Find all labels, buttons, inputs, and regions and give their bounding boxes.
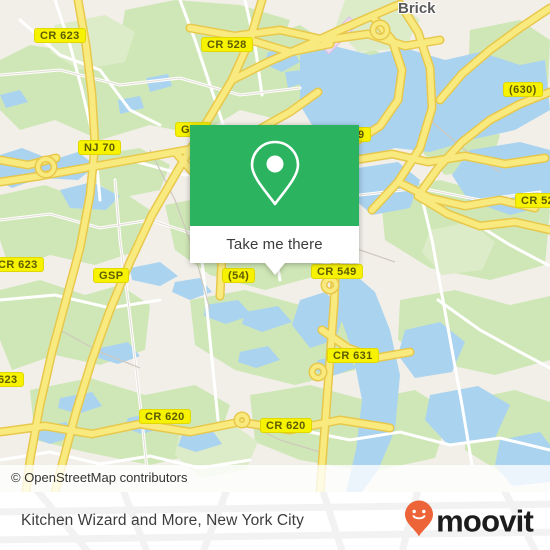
road-shield-gsp-mid: GSP: [93, 268, 130, 283]
popup-header: [190, 125, 359, 226]
moovit-wordmark: moovit: [436, 503, 534, 539]
road-shield-cr-623-north: CR 623: [34, 28, 86, 43]
openstreetmap-attribution[interactable]: © OpenStreetMap contributors: [11, 470, 188, 485]
road-shield-cr-52x: CR 52: [515, 193, 550, 208]
popup-action-bar[interactable]: Take me there: [190, 226, 359, 275]
road-shield-cr-549: CR 549: [311, 264, 363, 279]
road-shield-nj-70: NJ 70: [78, 140, 122, 155]
place-title: Kitchen Wizard and More, New York City: [21, 512, 304, 529]
moovit-brand[interactable]: moovit: [404, 500, 534, 543]
popup-pointer: [264, 263, 285, 275]
moovit-place-map-card: Brick CR 623 CR 528 NJ 70 GSP (630) CR 5…: [0, 0, 550, 550]
road-shield-cr-623-south: 623: [0, 372, 24, 387]
road-shield-cr-623-mid: CR 623: [0, 257, 44, 272]
road-shield-cr-620-east: CR 620: [260, 418, 312, 433]
map-attribution-bar: © OpenStreetMap contributors: [0, 465, 550, 492]
map-city-label-brick: Brick: [398, 0, 436, 17]
road-shield-cr-620-west: CR 620: [139, 409, 191, 424]
moovit-pin-smiley-icon: [404, 500, 434, 543]
map-pin-icon: [246, 138, 304, 213]
take-me-there-label: Take me there: [226, 236, 323, 253]
footer-bar: Kitchen Wizard and More, New York City m…: [0, 492, 550, 550]
road-shield-cr-631: CR 631: [327, 348, 379, 363]
road-shield-630: (630): [503, 82, 543, 97]
place-popup-card[interactable]: Take me there: [190, 125, 359, 275]
map-canvas[interactable]: Brick CR 623 CR 528 NJ 70 GSP (630) CR 5…: [0, 0, 550, 492]
road-shield-54: (54): [222, 268, 256, 283]
road-shield-cr-528: CR 528: [201, 37, 253, 52]
